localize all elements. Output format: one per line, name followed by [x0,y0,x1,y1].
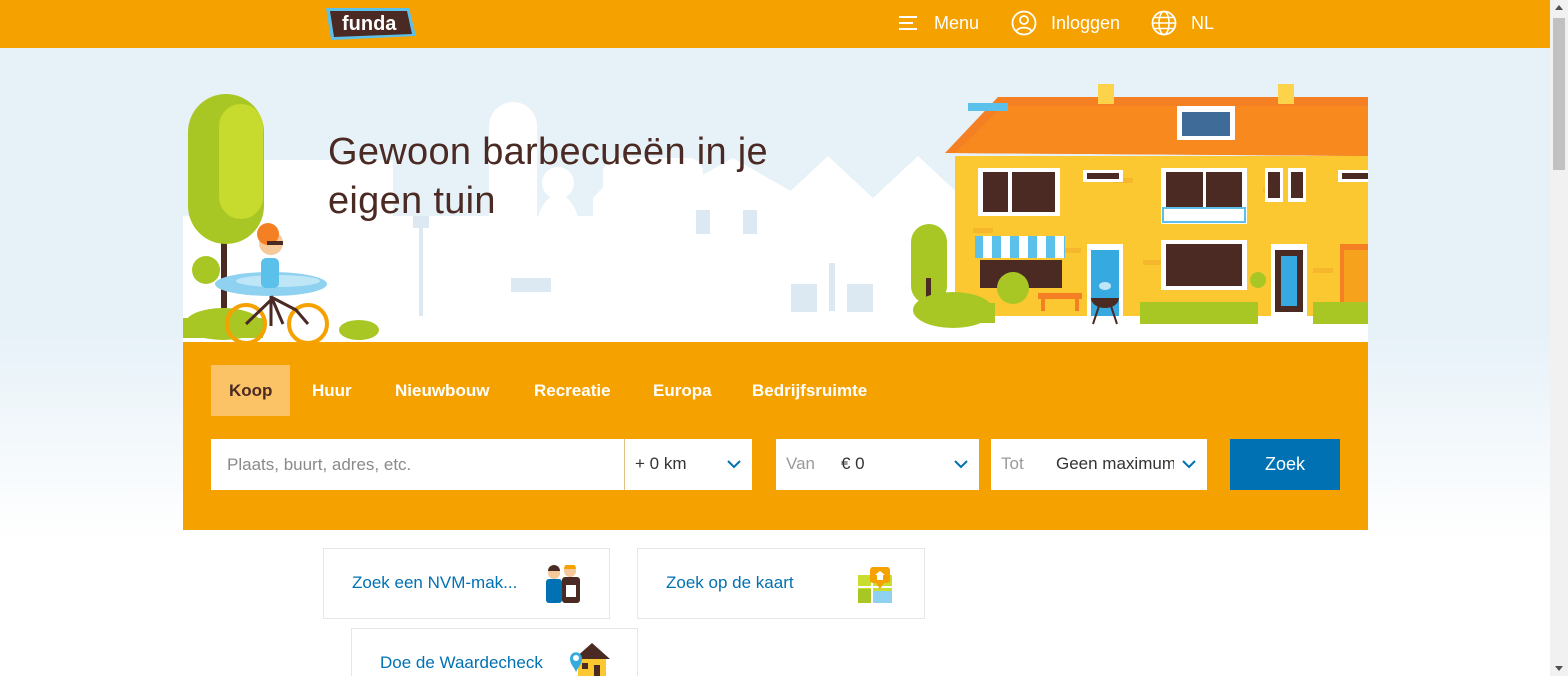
chevron-down-icon [727,460,741,469]
search-submit-button[interactable]: Zoek [1230,439,1340,490]
quick-link-map-search[interactable]: Zoek op de kaart [637,548,925,619]
tab-huur[interactable]: Huur [294,365,370,416]
radius-value: + 0 km [635,454,687,473]
funda-logo[interactable]: funda [323,6,417,42]
location-search-input[interactable] [211,439,624,490]
quick-link-label: Doe de Waardecheck [380,653,543,672]
hero-title: Gewoon barbecueën in je eigen tuin [328,131,768,222]
tab-nieuwbouw[interactable]: Nieuwbouw [377,365,507,416]
max-price-select[interactable]: Tot Geen maximum [991,439,1207,490]
min-price-value: € 0 [841,454,865,473]
scrollbar-thumb[interactable] [1553,18,1565,170]
min-price-select[interactable]: Van € 0 [776,439,979,490]
max-price-label: Tot [1001,454,1024,473]
tab-koop[interactable]: Koop [211,365,291,416]
hero-banner: Gewoon barbecueën in je eigen tuin [183,48,1368,342]
tab-bedrijfsruimte[interactable]: Bedrijfsruimte [734,365,885,416]
house-value-icon [570,643,610,676]
tab-recreatie[interactable]: Recreatie [516,365,629,416]
page-scrollbar[interactable] [1550,0,1568,676]
language-selector[interactable]: NL [1151,9,1214,37]
menu-button[interactable]: Menu [898,9,979,37]
chevron-down-icon [954,460,968,469]
chevron-down-icon [1182,460,1196,469]
menu-label: Menu [934,12,980,33]
min-price-label: Van [786,454,815,473]
top-navigation-bar: funda Menu Inloggen NL [0,0,1550,48]
quick-link-nvm-agent[interactable]: Zoek een NVM-mak... [323,548,610,619]
globe-icon [1151,10,1177,36]
agents-icon [546,565,580,603]
hamburger-icon [899,16,917,30]
search-panel: Koop Huur Nieuwbouw Recreatie Europa Bed… [183,342,1368,530]
svg-text:funda: funda [342,13,397,35]
quick-link-label: Zoek op de kaart [666,573,794,592]
login-label: Inloggen [1051,12,1121,33]
scroll-up-arrow-icon[interactable] [1550,0,1568,16]
map-icon [858,567,892,603]
user-icon [1011,10,1037,36]
location-search-field [211,439,624,490]
scroll-down-arrow-icon[interactable] [1550,660,1568,676]
login-button[interactable]: Inloggen [1011,9,1120,37]
radius-select[interactable]: + 0 km [624,439,752,490]
max-price-value: Geen maximum [1056,454,1174,473]
quick-link-value-check[interactable]: Doe de Waardecheck [351,628,638,676]
tab-europa[interactable]: Europa [635,365,730,416]
quick-link-label: Zoek een NVM-mak... [352,573,518,592]
language-label: NL [1191,12,1215,33]
